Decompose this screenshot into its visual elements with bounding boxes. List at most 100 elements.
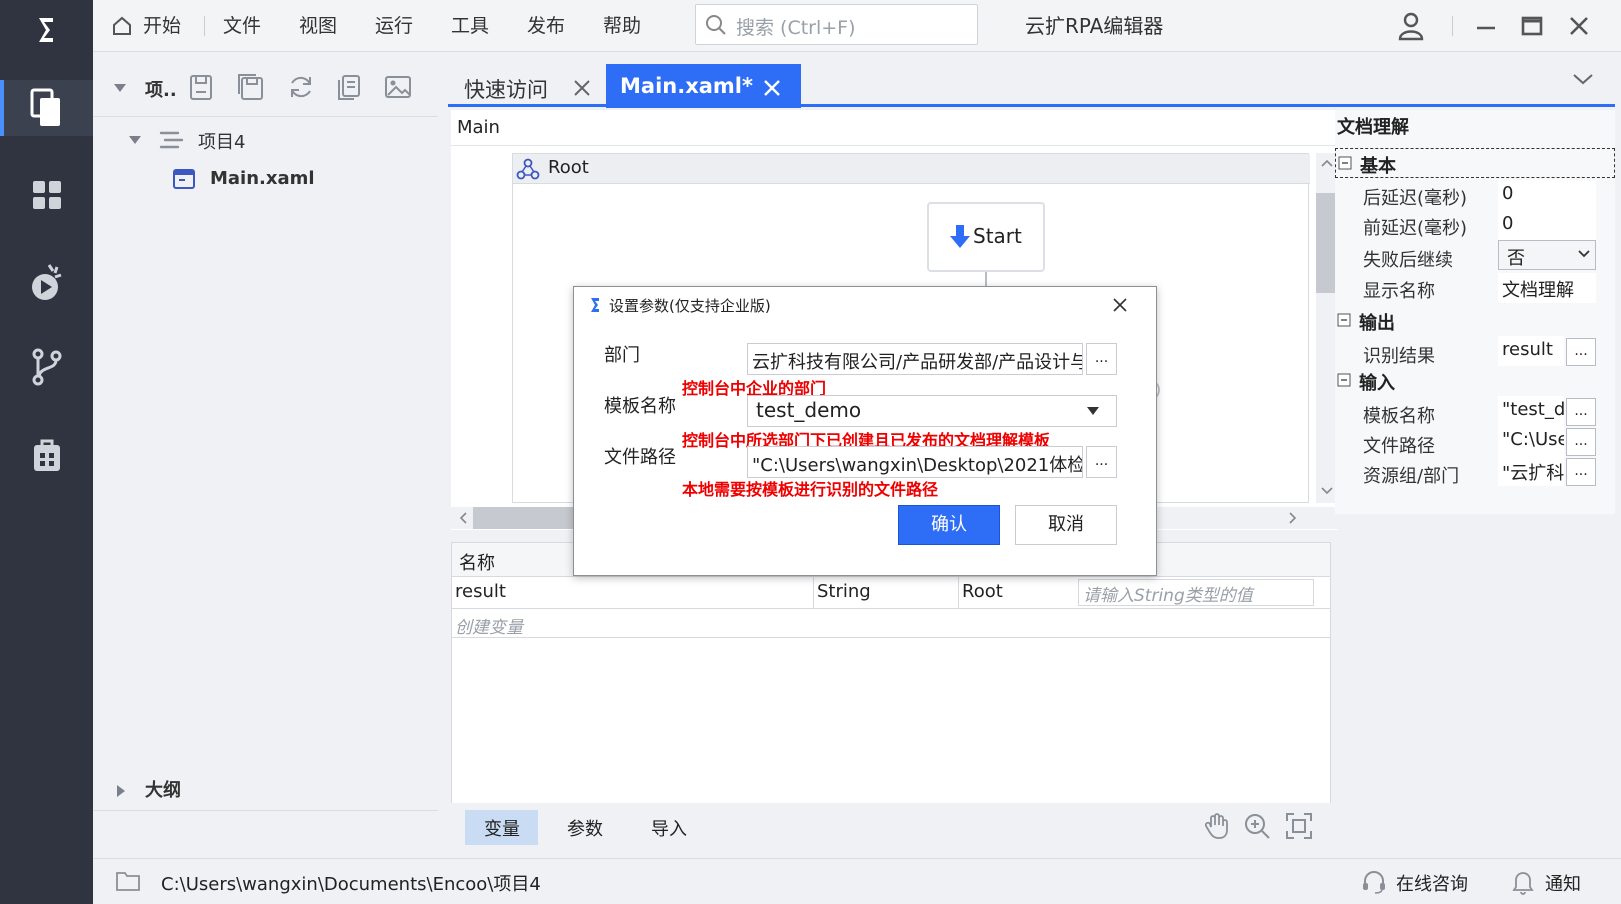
dialog-close-icon[interactable] xyxy=(1110,295,1130,315)
root-sequence-header[interactable]: Root xyxy=(513,154,1310,184)
tab-arguments[interactable]: 参数 xyxy=(567,815,603,841)
tab-quick-access[interactable]: 快速访问 xyxy=(448,64,598,108)
outline-header[interactable]: 大纲 xyxy=(145,776,181,802)
copy-icon[interactable] xyxy=(334,72,364,102)
components-grid-icon[interactable] xyxy=(22,170,72,220)
scroll-left-chevron-icon[interactable] xyxy=(459,512,467,524)
close-tab-icon[interactable] xyxy=(572,78,592,98)
property-value[interactable]: "云扩科 xyxy=(1498,456,1564,486)
department-input[interactable]: 云扩科技有限公司/产品研发部/产品设计与 xyxy=(747,343,1083,375)
notifications-link[interactable]: 通知 xyxy=(1545,870,1581,896)
minimize-icon[interactable] xyxy=(1474,14,1498,38)
variable-type[interactable]: String xyxy=(817,581,871,602)
property-value[interactable]: "C:\Use xyxy=(1498,426,1564,456)
scroll-right-chevron-icon[interactable] xyxy=(1289,512,1297,524)
close-window-icon[interactable] xyxy=(1567,14,1591,38)
project-path: C:\Users\wangxin\Documents\Encoo\项目4 xyxy=(161,874,541,895)
headset-consult-icon[interactable] xyxy=(1361,869,1387,895)
tab-imports[interactable]: 导入 xyxy=(651,815,687,841)
scroll-down-chevron-icon[interactable] xyxy=(1321,487,1333,495)
template-name-select[interactable]: test_demo xyxy=(747,395,1117,427)
project-name[interactable]: 项目4 xyxy=(198,128,245,154)
window-title: 云扩RPA编辑器 xyxy=(1025,14,1164,38)
variable-scope[interactable]: Root xyxy=(962,581,1003,602)
cancel-button[interactable]: 取消 xyxy=(1015,505,1117,545)
file-path-hint: 本地需要按模板进行识别的文件路径 xyxy=(682,480,939,499)
collapse-box-icon[interactable] xyxy=(1337,313,1351,327)
ellipsis-button[interactable]: ... xyxy=(1566,458,1596,486)
tab-variables[interactable]: 变量 xyxy=(484,815,520,841)
menu-item-help[interactable]: 帮助 xyxy=(603,0,641,52)
property-value[interactable]: 0 xyxy=(1498,180,1596,210)
menu-item-start[interactable]: 开始 xyxy=(143,0,181,52)
scroll-up-chevron-icon[interactable] xyxy=(1321,159,1333,167)
save-icon[interactable] xyxy=(186,72,216,102)
property-value[interactable]: 文档理解 xyxy=(1498,273,1596,303)
debug-run-icon[interactable] xyxy=(22,256,72,306)
menu-item-publish[interactable]: 发布 xyxy=(527,0,565,52)
start-node[interactable]: Start xyxy=(927,202,1045,272)
close-tab-icon[interactable] xyxy=(762,78,782,98)
file-path-browse-button[interactable]: ... xyxy=(1086,446,1117,478)
home-icon[interactable] xyxy=(111,15,133,37)
refresh-icon[interactable] xyxy=(286,72,316,102)
template-name-value: test_demo xyxy=(756,398,862,422)
menu-item-file[interactable]: 文件 xyxy=(223,0,261,52)
breadcrumb-main[interactable]: Main xyxy=(457,117,500,138)
bell-notification-icon[interactable] xyxy=(1511,869,1535,895)
confirm-button[interactable]: 确认 xyxy=(898,505,1000,545)
ellipsis-button[interactable]: ... xyxy=(1566,398,1596,426)
collapse-triangle-icon[interactable] xyxy=(113,82,127,94)
collapse-box-icon[interactable] xyxy=(1337,373,1351,387)
start-label: Start xyxy=(973,224,1022,248)
menu-item-tools[interactable]: 工具 xyxy=(451,0,489,52)
property-label: 识别结果 xyxy=(1363,346,1435,367)
ellipsis-button[interactable]: ... xyxy=(1566,338,1596,366)
zoom-in-icon[interactable] xyxy=(1243,812,1271,840)
search-icon xyxy=(704,13,728,37)
collapse-box-icon[interactable] xyxy=(1338,156,1352,170)
section-output[interactable]: 输出 xyxy=(1335,306,1615,336)
search-input[interactable]: 搜索 (Ctrl+F) xyxy=(695,4,978,45)
fit-screen-icon[interactable] xyxy=(1285,812,1313,840)
tabs-dropdown-chevron-icon[interactable] xyxy=(1572,72,1594,86)
outline-expand-icon[interactable] xyxy=(115,784,127,798)
column-divider xyxy=(813,577,814,609)
property-value[interactable]: "test_de xyxy=(1498,396,1564,426)
section-input[interactable]: 输入 xyxy=(1335,366,1615,396)
property-row-continue-on-error: 失败后继续 否 xyxy=(1335,240,1615,271)
file-path-input[interactable]: "C:\Users\wangxin\Desktop\2021体检须 xyxy=(747,446,1083,478)
tab-main-xaml[interactable]: Main.xaml* xyxy=(606,64,801,108)
variable-name[interactable]: result xyxy=(455,581,506,602)
project-collapse-icon[interactable] xyxy=(128,134,142,146)
online-consult-link[interactable]: 在线咨询 xyxy=(1396,870,1468,896)
property-row-file-path: 文件路径 "C:\Use ... xyxy=(1335,426,1615,457)
maximize-icon[interactable] xyxy=(1520,14,1544,38)
save-all-icon[interactable] xyxy=(236,72,266,102)
package-toolbox-icon[interactable] xyxy=(22,430,72,480)
section-basic[interactable]: 基本 xyxy=(1335,148,1615,178)
ellipsis-button[interactable]: ... xyxy=(1566,428,1596,456)
property-label: 模板名称 xyxy=(1363,406,1435,427)
version-control-branch-icon[interactable] xyxy=(22,342,72,392)
variable-default-input[interactable]: 请输入String类型的值 xyxy=(1078,579,1314,606)
continue-on-error-select[interactable]: 否 xyxy=(1498,240,1596,270)
status-bar: C:\Users\wangxin\Documents\Encoo\项目4 在线咨… xyxy=(93,858,1621,904)
property-value[interactable]: 0 xyxy=(1498,210,1596,240)
image-icon[interactable] xyxy=(383,72,413,102)
property-value[interactable]: result xyxy=(1498,336,1564,366)
property-label: 后延迟(毫秒) xyxy=(1363,188,1468,209)
property-label: 失败后继续 xyxy=(1363,250,1453,271)
folder-icon xyxy=(115,870,141,892)
hand-pan-icon[interactable] xyxy=(1203,812,1231,840)
dialog-logo-icon xyxy=(588,296,602,314)
properties-title: 文档理解 xyxy=(1337,117,1409,138)
table-row[interactable]: result String Root 请输入String类型的值 xyxy=(452,577,1330,609)
menu-item-run[interactable]: 运行 xyxy=(375,0,413,52)
department-browse-button[interactable]: ... xyxy=(1086,343,1117,375)
menu-item-view[interactable]: 视图 xyxy=(299,0,337,52)
user-account-icon[interactable] xyxy=(1398,11,1424,41)
file-main-xaml[interactable]: Main.xaml xyxy=(210,168,315,189)
create-variable-link[interactable]: 创建变量 xyxy=(455,613,523,638)
explorer-files-icon[interactable] xyxy=(22,83,72,133)
